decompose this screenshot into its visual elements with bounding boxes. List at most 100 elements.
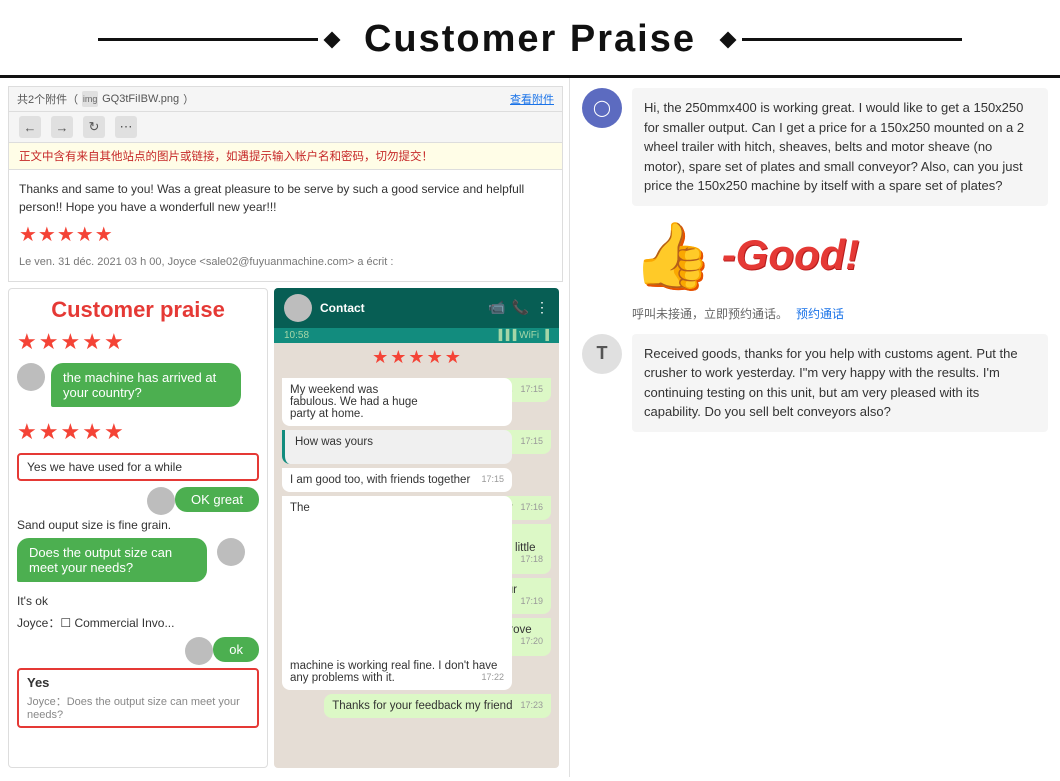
chinese-link[interactable]: 预约通话 (796, 305, 844, 322)
good-label: -Good! (722, 231, 860, 279)
wa-i-am-good-text: I am good too, with friends together (290, 474, 470, 486)
good-area: 👍 -Good! (582, 218, 1048, 293)
star-3: ★ (60, 329, 80, 355)
right-message-top: Hi, the 250mmx400 is working great. I wo… (632, 88, 1048, 206)
refresh-button[interactable]: ↻ (83, 116, 105, 138)
its-ok-text: It's ok (17, 594, 259, 608)
header-line-left (98, 38, 318, 41)
page-title: Customer Praise (364, 18, 696, 61)
wa-header-icons: 📹 📞 ⋮ (488, 299, 549, 316)
email-attachment-info: 共2个附件（ img GQ3tFiIBW.png ） (17, 91, 194, 107)
wa-time-5: 17:18 (520, 554, 543, 564)
attachment-icon: img (82, 91, 98, 107)
yes-text: Yes (27, 675, 249, 690)
used-for-while-row: Yes we have used for a while (17, 453, 259, 487)
back-button[interactable]: ← (19, 116, 41, 138)
wa-weekend-msg: My weekend was fabulous. We had a huge p… (282, 378, 512, 426)
output-question-text: Does the output size can meet your needs… (29, 545, 172, 575)
email-date-line: Le ven. 31 déc. 2021 03 h 00, Joyce <sal… (19, 254, 552, 271)
forward-button[interactable]: → (51, 116, 73, 138)
wa-stars: ★ ★ ★ ★ ★ (274, 343, 559, 372)
video-icon[interactable]: 📹 (488, 299, 505, 316)
page-header: Customer Praise (0, 0, 1060, 78)
right-chat-top: ◯ Hi, the 250mmx400 is working great. I … (582, 88, 1048, 206)
star-5: ★ (104, 329, 124, 355)
more-icon[interactable]: ⋮ (535, 299, 549, 316)
circle-icon: ◯ (593, 98, 611, 118)
header-diamond-right (720, 31, 737, 48)
email-warning: 正文中含有来自其他站点的图片或链接，如遇提示输入帐户名和密码，切勿提交！ (8, 142, 563, 169)
right-panel: ◯ Hi, the 250mmx400 is working great. I … (570, 78, 1060, 777)
wa-header-info: Contact (320, 301, 480, 315)
more-button[interactable]: ⋯ (115, 116, 137, 138)
star-6: ★ (17, 419, 37, 445)
email-topbar: 共2个附件（ img GQ3tFiIBW.png ） 查看附件 (8, 86, 563, 111)
wa-time-2: 17:15 (520, 436, 543, 446)
output-question-bubble: Does the output size can meet your needs… (17, 538, 207, 582)
ok-great-text: OK great (191, 492, 243, 507)
wa-how-was-yours-2: How was yours (282, 430, 512, 464)
email-navbar: ← → ↻ ⋯ (8, 111, 563, 142)
wa-how-was-yours-2-text: How was yours (295, 436, 373, 448)
wa-i-am-good: I am good too, with friends together 17:… (282, 468, 512, 492)
avatar-2 (147, 487, 175, 515)
star-4: ★ (82, 329, 102, 355)
attachment-label: 共2个附件（ (17, 91, 78, 107)
header-line-right (742, 38, 962, 41)
right-message-bottom-text: Received goods, thanks for you help with… (644, 346, 1018, 420)
chinese-text: 呼叫未接通，立即预约通话。 (632, 305, 788, 322)
chat-praise-title: Customer praise (17, 297, 259, 323)
wa-thanks-feedback-text: Thanks for your feedback my friend (332, 700, 512, 712)
email-thanks-text: Thanks and same to you! Was a great plea… (19, 180, 552, 216)
chinese-row: 呼叫未接通，立即预约通话。 预约通话 (582, 305, 1048, 322)
machine-arrived-bubble: the machine has arrived at your country? (51, 363, 241, 407)
avatar-4 (185, 637, 213, 665)
thumbs-up-emoji: 👍 (632, 218, 712, 293)
wa-contact-name: Contact (320, 301, 480, 315)
call-icon[interactable]: 📞 (512, 299, 529, 316)
wa-working-fine-text: The machine is working real fine. I don'… (290, 502, 497, 684)
invoice-text: Joyce：☐ Commercial Invo... (17, 614, 259, 631)
view-attachments-link[interactable]: 查看附件 (510, 91, 554, 107)
wa-thanks-feedback: Thanks for your feedback my friend 17:23 (324, 694, 551, 718)
wa-status-bar: 10:58 ▐▐▐ WiFi ▐ (274, 328, 559, 343)
ok-text: ok (229, 642, 243, 657)
attachment-suffix: ） (183, 91, 194, 107)
used-for-while-bubble: Yes we have used for a while (17, 453, 259, 481)
yes-box: Yes Joyce：Does the output size can meet … (17, 668, 259, 728)
wa-time-6: 17:19 (520, 596, 543, 606)
email-body: Thanks and same to you! Was a great plea… (8, 169, 563, 282)
chat-stars-row: ★ ★ ★ ★ ★ (17, 329, 259, 355)
wa-time-1: 17:15 (520, 384, 543, 394)
email-stars: ★★★★★ (19, 220, 552, 250)
t-letter: T (597, 343, 608, 364)
wa-weekend-text: My weekend was fabulous. We had a huge p… (290, 384, 418, 420)
chat-left-panel: Customer praise ★ ★ ★ ★ ★ the machine ha… (8, 288, 268, 768)
avatar-1 (17, 363, 45, 391)
right-message-top-text: Hi, the 250mmx400 is working great. I wo… (644, 100, 1024, 193)
main-content: 共2个附件（ img GQ3tFiIBW.png ） 查看附件 ← → ↻ ⋯ … (0, 78, 1060, 777)
ok-row: ok (17, 637, 259, 668)
wa-time-4: 17:16 (520, 502, 543, 512)
header-diamond-left (323, 31, 340, 48)
right-chat-bottom: T Received goods, thanks for you help wi… (582, 334, 1048, 432)
star-7: ★ (39, 419, 59, 445)
wa-star-3: ★ (408, 347, 424, 368)
wa-body: How was yours 17:15 My weekend was fabul… (274, 372, 559, 768)
left-lower-section: Customer praise ★ ★ ★ ★ ★ the machine ha… (8, 288, 563, 768)
wa-header: Contact 📹 📞 ⋮ (274, 288, 559, 328)
star-9: ★ (82, 419, 102, 445)
wa-time: 10:58 (284, 330, 309, 341)
sand-output-text: Sand ouput size is fine grain. (17, 518, 259, 532)
wa-signal: ▐▐▐ WiFi ▐ (495, 330, 549, 341)
star-10: ★ (104, 419, 124, 445)
ok-great-bubble: OK great (175, 487, 259, 512)
left-panel: 共2个附件（ img GQ3tFiIBW.png ） 查看附件 ← → ↻ ⋯ … (0, 78, 570, 777)
star-2: ★ (39, 329, 59, 355)
right-message-bottom: Received goods, thanks for you help with… (632, 334, 1048, 432)
wa-time-7: 17:20 (520, 636, 543, 646)
output-question-row: Does the output size can meet your needs… (17, 538, 259, 588)
attachment-name: GQ3tFiIBW.png (102, 93, 179, 105)
wa-time-8: 17:22 (481, 672, 504, 682)
star-8: ★ (60, 419, 80, 445)
